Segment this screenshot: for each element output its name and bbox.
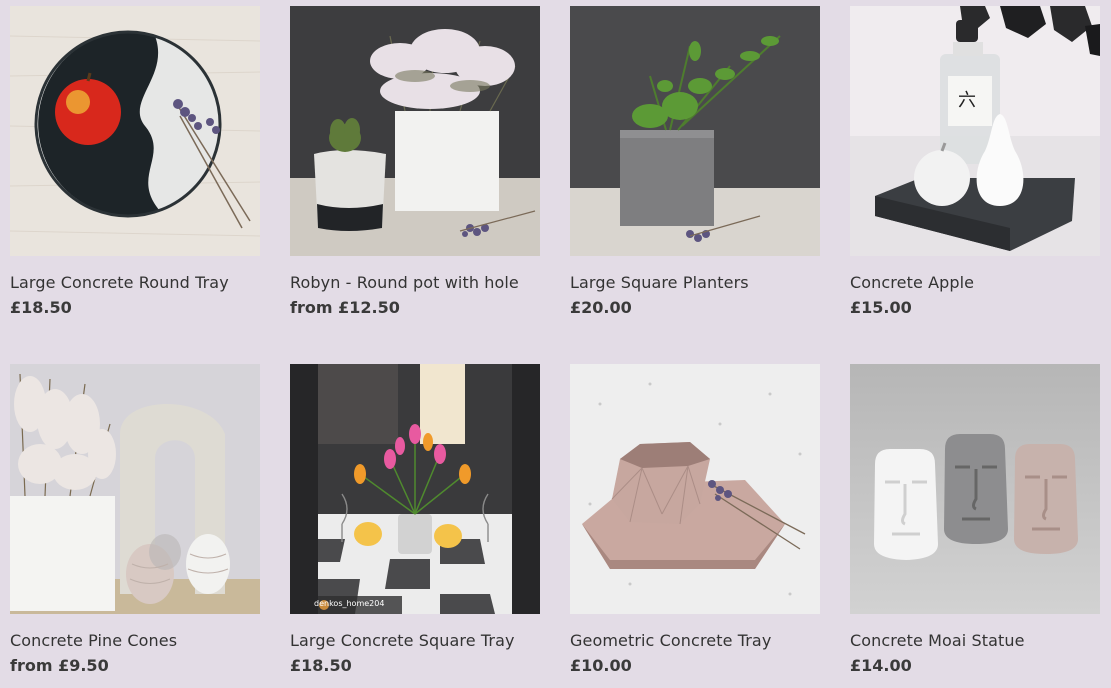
product-title[interactable]: Large Concrete Round Tray bbox=[10, 272, 260, 294]
product-title[interactable]: Robyn - Round pot with hole bbox=[290, 272, 540, 294]
square-planter-image[interactable] bbox=[570, 6, 820, 256]
product-title[interactable]: Concrete Moai Statue bbox=[850, 630, 1100, 652]
product-title[interactable]: Concrete Pine Cones bbox=[10, 630, 260, 652]
product-card-large-square-planters[interactable]: Large Square Planters £20.00 bbox=[570, 6, 820, 319]
round-pot-with-succulent-image[interactable] bbox=[290, 6, 540, 256]
svg-text:六: 六 bbox=[958, 90, 976, 111]
product-card-concrete-apple[interactable]: 六 Concrete Apple £15.00 bbox=[850, 6, 1100, 319]
geometric-tray-image[interactable] bbox=[570, 364, 820, 614]
product-price: £15.00 bbox=[850, 298, 912, 317]
product-price: £18.50 bbox=[10, 298, 72, 317]
square-tray-table-setting-image[interactable]: denkos_home204 bbox=[290, 364, 540, 614]
product-card-concrete-moai-statue[interactable]: Concrete Moai Statue £14.00 bbox=[850, 364, 1100, 677]
product-price: £20.00 bbox=[570, 298, 632, 317]
product-price: from £9.50 bbox=[10, 656, 109, 675]
moai-statues-image[interactable] bbox=[850, 364, 1100, 614]
product-price: £10.00 bbox=[570, 656, 632, 675]
product-card-large-concrete-square-tray[interactable]: denkos_home204 Large Concrete Square Tra… bbox=[290, 364, 540, 677]
round-tray-with-apple-image[interactable] bbox=[10, 6, 260, 256]
product-card-robyn-round-pot[interactable]: Robyn - Round pot with hole from £12.50 bbox=[290, 6, 540, 319]
product-grid: Large Concrete Round Tray £18.50 Robyn -… bbox=[0, 0, 1111, 688]
product-title[interactable]: Concrete Apple bbox=[850, 272, 1100, 294]
product-card-geometric-concrete-tray[interactable]: Geometric Concrete Tray £10.00 bbox=[570, 364, 820, 677]
photo-credit-handle: denkos_home204 bbox=[314, 599, 385, 608]
product-title[interactable]: Large Square Planters bbox=[570, 272, 820, 294]
product-card-large-concrete-round-tray[interactable]: Large Concrete Round Tray £18.50 bbox=[10, 6, 260, 319]
product-card-concrete-pine-cones[interactable]: Concrete Pine Cones from £9.50 bbox=[10, 364, 260, 677]
product-price: £18.50 bbox=[290, 656, 352, 675]
concrete-apple-and-pear-image[interactable]: 六 bbox=[850, 6, 1100, 256]
product-price: from £12.50 bbox=[290, 298, 400, 317]
product-title[interactable]: Geometric Concrete Tray bbox=[570, 630, 820, 652]
product-price: £14.00 bbox=[850, 656, 912, 675]
concrete-pine-cones-image[interactable] bbox=[10, 364, 260, 614]
product-title[interactable]: Large Concrete Square Tray bbox=[290, 630, 540, 652]
